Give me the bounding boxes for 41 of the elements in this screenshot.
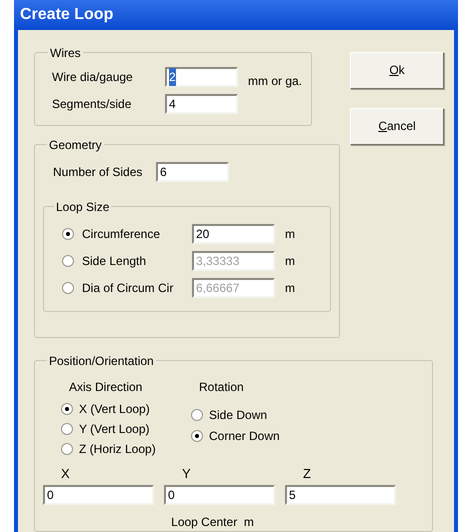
group-title: Rotation xyxy=(198,378,245,396)
group-title: Loop Size xyxy=(55,198,110,216)
radio-button[interactable] xyxy=(62,228,74,240)
field-label: Segments/side xyxy=(52,96,132,112)
caption-label: Loop Center m xyxy=(171,514,254,531)
field-label: Wire dia/gauge xyxy=(52,68,134,86)
window-title: Create Loop xyxy=(20,4,114,25)
axis-label: Y xyxy=(181,464,192,482)
input-field[interactable]: 5 xyxy=(285,485,396,505)
input-field[interactable]: 2 xyxy=(165,66,238,86)
dialog-button[interactable]: Cancel xyxy=(350,108,444,144)
radio-button[interactable] xyxy=(61,442,73,454)
axis-label: X xyxy=(60,464,71,482)
input-field[interactable]: 20 xyxy=(192,224,275,244)
radio-button[interactable] xyxy=(191,430,203,442)
group-title: Geometry xyxy=(48,136,103,154)
input-field[interactable]: 0 xyxy=(43,485,154,505)
group-title: Axis Direction xyxy=(68,378,144,396)
option-label: Side Length xyxy=(82,252,148,270)
radio-button[interactable] xyxy=(191,408,203,420)
option-label: Z (Horiz Loop) xyxy=(79,440,156,458)
option-label: Circumference xyxy=(82,226,162,242)
unit-label: m xyxy=(285,280,295,296)
unit-label: mm or ga. xyxy=(248,72,302,90)
option-label: X (Vert Loop) xyxy=(79,400,150,418)
group-title: Position/Orientation xyxy=(48,352,155,370)
input-field[interactable]: 4 xyxy=(165,94,238,114)
unit-label: m xyxy=(285,252,295,270)
unit-label: m xyxy=(285,226,295,242)
radio-button[interactable] xyxy=(61,422,73,434)
input-field[interactable]: 0 xyxy=(164,485,275,505)
group-title: Wires xyxy=(49,44,82,62)
option-label: Dia of Circum Cir xyxy=(82,280,174,296)
axis-label: Z xyxy=(302,464,312,482)
field-label: Number of Sides xyxy=(53,164,144,180)
option-label: Y (Vert Loop) xyxy=(79,420,150,438)
option-label: Side Down xyxy=(209,406,268,424)
dialog-button[interactable]: Ok xyxy=(350,52,444,88)
radio-button[interactable] xyxy=(61,402,73,414)
option-label: Corner Down xyxy=(209,428,280,444)
input-field[interactable]: 6 xyxy=(156,162,229,182)
